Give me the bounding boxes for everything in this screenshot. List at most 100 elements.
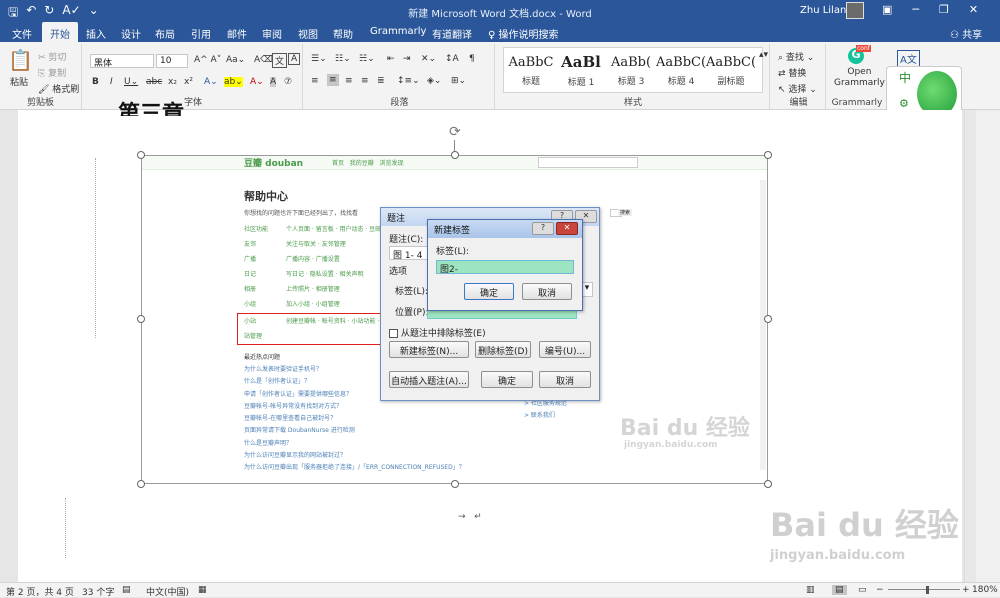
new-label-button[interactable]: 新建标签(N)... xyxy=(389,341,469,358)
borders-icon[interactable]: ⊞⌄ xyxy=(451,76,466,86)
format-painter-button[interactable]: 🖌 格式刷 xyxy=(38,82,79,95)
cancel-button[interactable]: 取消 xyxy=(539,371,591,388)
tab-insert[interactable]: 插入 xyxy=(86,26,106,41)
style-heading-4[interactable]: AaBbC(标题 4 xyxy=(656,50,706,92)
bold-icon[interactable]: B xyxy=(92,77,99,87)
tab-layout[interactable]: 布局 xyxy=(155,26,175,41)
web-layout-icon[interactable]: ▭ xyxy=(858,585,867,595)
open-grammarly-button[interactable]: Open Grammarly xyxy=(834,67,885,89)
ok-button[interactable]: 确定 xyxy=(464,283,514,300)
tab-file[interactable]: 文件 xyxy=(12,26,32,41)
resize-handle-ne[interactable] xyxy=(764,151,772,159)
char-shading-icon[interactable]: A xyxy=(270,77,277,87)
page-count[interactable]: 第 2 页，共 4 页 xyxy=(6,585,74,598)
delete-label-button[interactable]: 删除标签(D) xyxy=(475,341,531,358)
macro-icon[interactable]: ▦ xyxy=(198,585,207,595)
italic-icon[interactable]: I xyxy=(110,77,113,87)
char-border-icon[interactable]: 文 xyxy=(272,53,288,68)
text-effects-icon[interactable]: A⌄ xyxy=(204,77,218,87)
tab-review[interactable]: 审阅 xyxy=(262,26,282,41)
zoom-in-icon[interactable]: + xyxy=(962,585,970,595)
close-icon[interactable]: ✕ xyxy=(556,222,578,235)
bullets-icon[interactable]: ☰⌄ xyxy=(311,54,327,64)
read-mode-icon[interactable]: ▥ xyxy=(806,585,815,595)
highlight-icon[interactable]: ab⌄ xyxy=(224,77,243,87)
resize-handle-nw[interactable] xyxy=(137,151,145,159)
justify-icon[interactable]: ≡ xyxy=(361,76,369,86)
show-marks-icon[interactable]: ¶ xyxy=(469,54,475,64)
zoom-slider-thumb[interactable] xyxy=(926,586,929,594)
phonetic-guide-icon[interactable]: ⑦ xyxy=(284,77,292,87)
translate-icon[interactable]: A文 xyxy=(897,50,920,67)
resize-handle-sw[interactable] xyxy=(137,480,145,488)
increase-indent-icon[interactable]: ⇥ xyxy=(403,54,411,64)
grow-font-icon[interactable]: A^ A˅ xyxy=(194,55,221,65)
zoom-level[interactable]: 180% xyxy=(972,585,998,595)
resize-handle-w[interactable] xyxy=(137,315,145,323)
copy-button[interactable]: ⎘ 复制 xyxy=(38,66,66,79)
restore-icon[interactable]: ❐ xyxy=(939,3,949,16)
cut-button[interactable]: ✂ 剪切 xyxy=(38,50,66,63)
tab-design[interactable]: 设计 xyxy=(121,26,141,41)
tab-youdao[interactable]: 有道翻译 xyxy=(432,26,472,41)
ok-button[interactable]: 确定 xyxy=(481,371,533,388)
underline-icon[interactable]: U⌄ xyxy=(124,77,138,87)
resize-handle-n[interactable] xyxy=(451,151,459,159)
print-layout-icon[interactable]: ▤ xyxy=(832,585,847,595)
numbering-button[interactable]: 编号(U)... xyxy=(539,341,591,358)
align-center-icon[interactable]: ≡ xyxy=(327,74,339,86)
close-icon[interactable]: ✕ xyxy=(969,3,978,16)
resize-handle-se[interactable] xyxy=(764,480,772,488)
change-case-icon[interactable]: Aa⌄ xyxy=(226,55,245,65)
ime-mode-icon[interactable]: 中 xyxy=(899,69,911,86)
tab-help[interactable]: 帮助 xyxy=(333,26,353,41)
align-right-icon[interactable]: ≡ xyxy=(345,76,353,86)
line-spacing-icon[interactable]: ↕≡⌄ xyxy=(397,76,420,86)
chinese-layout-icon[interactable]: ✕⌄ xyxy=(421,54,436,64)
tab-references[interactable]: 引用 xyxy=(191,26,211,41)
cancel-button[interactable]: 取消 xyxy=(522,283,572,300)
help-icon[interactable]: ? xyxy=(532,222,554,235)
style-heading-3[interactable]: AaBb(标题 3 xyxy=(606,50,656,92)
vertical-scrollbar[interactable] xyxy=(964,110,1000,582)
tab-home[interactable]: 开始 xyxy=(42,22,78,42)
word-count[interactable]: 33 个字 xyxy=(82,585,114,598)
resize-handle-s[interactable] xyxy=(451,480,459,488)
zoom-out-icon[interactable]: − xyxy=(876,585,884,595)
avatar[interactable] xyxy=(846,2,864,19)
font-color-icon[interactable]: A⌄ xyxy=(250,77,264,87)
minimize-icon[interactable]: ─ xyxy=(912,3,919,16)
label-input[interactable]: 图2- xyxy=(436,260,574,275)
font-size-dropdown[interactable]: 10 xyxy=(156,54,188,68)
font-name-dropdown[interactable]: 黑体 xyxy=(90,54,154,69)
resize-handle-e[interactable] xyxy=(764,315,772,323)
caption-input[interactable]: 图 1- 4 xyxy=(389,246,429,261)
subscript-icon[interactable]: x₂ xyxy=(168,77,177,87)
proofing-icon[interactable]: ▤ xyxy=(122,585,131,595)
zoom-slider[interactable] xyxy=(888,589,960,590)
tab-mailings[interactable]: 邮件 xyxy=(227,26,247,41)
tab-grammarly[interactable]: Grammarly xyxy=(370,26,426,37)
shading-icon[interactable]: ◈⌄ xyxy=(427,76,441,86)
clear-format-icon[interactable]: A⌫ xyxy=(254,55,273,65)
multilevel-list-icon[interactable]: ☵⌄ xyxy=(359,54,375,64)
find-button[interactable]: ⌕ 查找 ⌄ xyxy=(778,50,814,63)
decrease-indent-icon[interactable]: ⇤ xyxy=(387,54,395,64)
language[interactable]: 中文(中国) xyxy=(146,585,189,598)
style-title[interactable]: AaBbC 标题 xyxy=(506,50,556,92)
ime-settings-icon[interactable]: ⚙ xyxy=(899,97,909,110)
user-name[interactable]: Zhu Lilan xyxy=(800,5,846,16)
style-subtitle[interactable]: AaBbC(副标题 xyxy=(706,50,756,92)
tab-view[interactable]: 视图 xyxy=(298,26,318,41)
numbering-icon[interactable]: ☷⌄ xyxy=(335,54,351,64)
align-left-icon[interactable]: ≡ xyxy=(311,76,319,86)
scroll-thumb[interactable] xyxy=(964,110,976,582)
exclude-label-checkbox[interactable]: 从题注中排除标签(E) xyxy=(389,326,486,339)
share-button[interactable]: ⚇ 共享 xyxy=(950,26,982,41)
sort-icon[interactable]: ↕A xyxy=(445,54,459,64)
styles-more-icon[interactable]: ▴▾ xyxy=(759,50,768,60)
rotate-handle-icon[interactable]: ⟳ xyxy=(449,124,461,140)
ribbon-display-icon[interactable]: ▣ xyxy=(882,3,892,16)
replace-button[interactable]: ⇄ 替换 xyxy=(778,66,806,79)
paste-button[interactable]: 粘贴 xyxy=(10,75,28,88)
